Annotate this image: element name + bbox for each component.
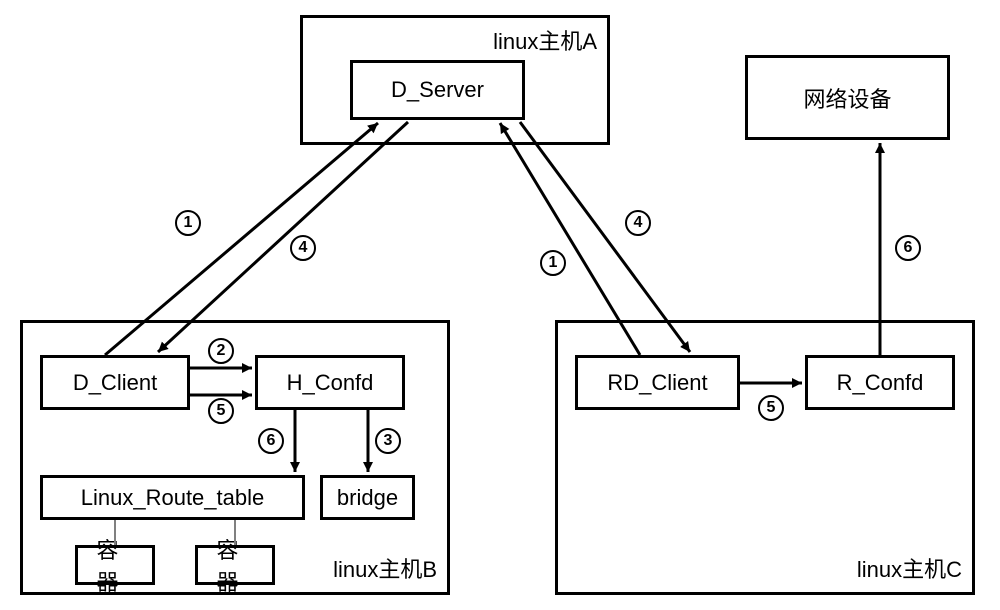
badge-5-left: 5: [208, 398, 234, 424]
badge-1-right: 1: [540, 250, 566, 276]
container-1: 容器: [75, 545, 155, 585]
route-table: Linux_Route_table: [40, 475, 305, 520]
container-2: 容器: [195, 545, 275, 585]
badge-4-right: 4: [625, 210, 651, 236]
network-device-label: 网络设备: [803, 82, 891, 114]
rd-client-label: RD_Client: [607, 370, 707, 396]
route-table-label: Linux_Route_table: [81, 485, 264, 511]
host-c-title: linux主机C: [857, 552, 962, 584]
h-confd-label: H_Confd: [287, 370, 374, 396]
badge-6-right: 6: [895, 235, 921, 261]
bridge-label: bridge: [337, 485, 398, 511]
badge-1-left: 1: [175, 210, 201, 236]
h-confd: H_Confd: [255, 355, 405, 410]
bridge: bridge: [320, 475, 415, 520]
line-rt-c1: [114, 520, 116, 545]
line-rt-c2: [234, 520, 236, 545]
host-a-title: linux主机A: [493, 24, 597, 56]
host-b-title: linux主机B: [333, 552, 437, 584]
network-device: 网络设备: [745, 55, 950, 140]
rd-client: RD_Client: [575, 355, 740, 410]
d-client: D_Client: [40, 355, 190, 410]
d-client-label: D_Client: [73, 370, 157, 396]
r-confd-label: R_Confd: [837, 370, 924, 396]
badge-2: 2: [208, 338, 234, 364]
d-server-label: D_Server: [391, 77, 484, 103]
badge-3: 3: [375, 428, 401, 454]
badge-5-right: 5: [758, 395, 784, 421]
badge-4-left: 4: [290, 235, 316, 261]
badge-6-left: 6: [258, 428, 284, 454]
d-server: D_Server: [350, 60, 525, 120]
r-confd: R_Confd: [805, 355, 955, 410]
